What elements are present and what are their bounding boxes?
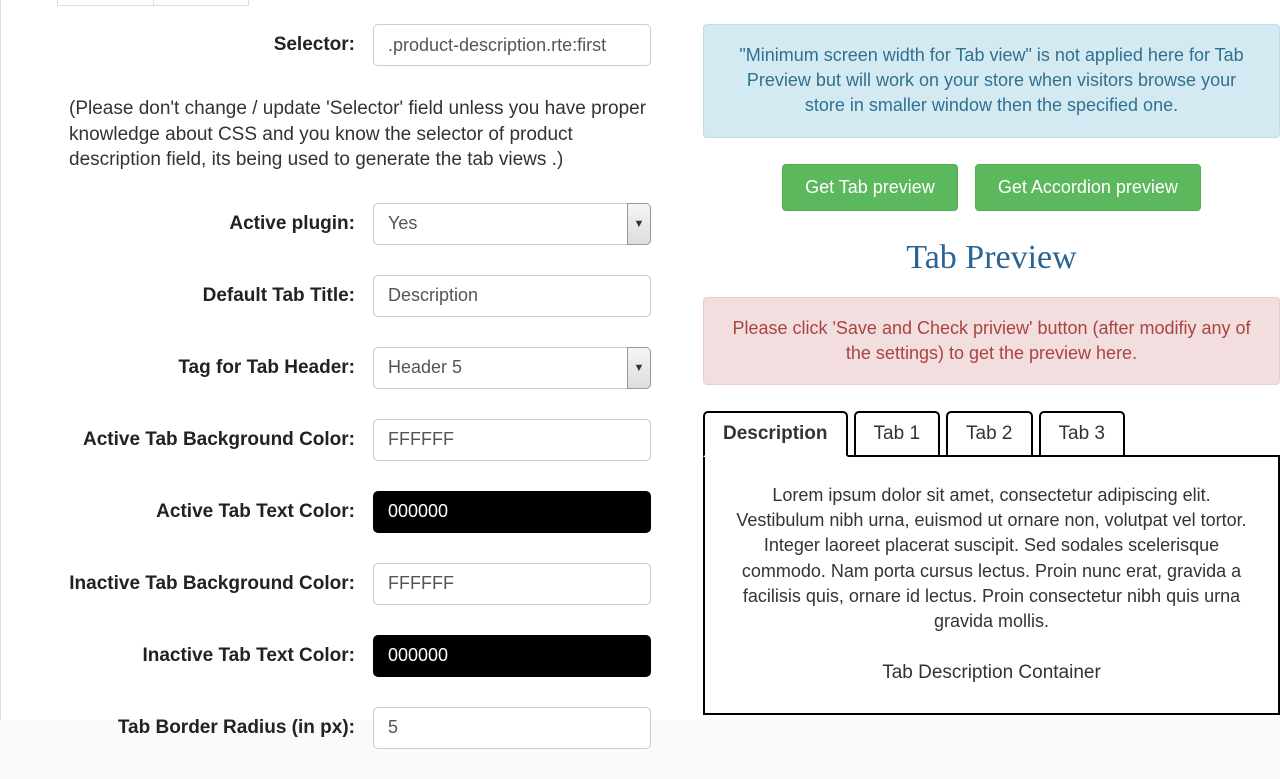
active-bg-label: Active Tab Background Color: xyxy=(57,429,373,451)
selector-label: Selector: xyxy=(57,34,373,56)
preview-tab-3[interactable]: Tab 3 xyxy=(1039,411,1125,457)
inactive-bg-label: Inactive Tab Background Color: xyxy=(57,573,373,595)
get-tab-preview-button[interactable]: Get Tab preview xyxy=(782,164,958,211)
preview-container-label: Tab Description Container xyxy=(729,660,1254,687)
active-text-label: Active Tab Text Color: xyxy=(57,501,373,523)
preview-panel: "Minimum screen width for Tab view" is n… xyxy=(703,24,1280,779)
preview-lorem-text: Lorem ipsum dolor sit amet, consectetur … xyxy=(729,483,1254,634)
default-tab-title-input[interactable] xyxy=(373,275,651,317)
info-alert: "Minimum screen width for Tab view" is n… xyxy=(703,24,1280,138)
get-accordion-preview-button[interactable]: Get Accordion preview xyxy=(975,164,1201,211)
active-text-input[interactable] xyxy=(373,491,651,533)
preview-tab-1[interactable]: Tab 1 xyxy=(854,411,940,457)
selector-input[interactable] xyxy=(373,24,651,66)
tag-header-select[interactable] xyxy=(373,347,651,389)
page-tabs-remnant xyxy=(57,0,249,6)
selector-hint: (Please don't change / update 'Selector'… xyxy=(57,96,663,203)
preview-tab-content: Lorem ipsum dolor sit amet, consectetur … xyxy=(703,455,1280,715)
active-plugin-select[interactable] xyxy=(373,203,651,245)
preview-tab-2[interactable]: Tab 2 xyxy=(946,411,1032,457)
warning-alert: Please click 'Save and Check priview' bu… xyxy=(703,297,1280,385)
default-tab-title-label: Default Tab Title: xyxy=(57,285,373,307)
preview-tab-description[interactable]: Description xyxy=(703,411,848,457)
settings-form: Selector: (Please don't change / update … xyxy=(57,24,663,779)
tag-header-label: Tag for Tab Header: xyxy=(57,357,373,379)
border-radius-label: Tab Border Radius (in px): xyxy=(57,717,373,739)
active-bg-input[interactable] xyxy=(373,419,651,461)
preview-tab-nav: Description Tab 1 Tab 2 Tab 3 xyxy=(703,409,1280,455)
inactive-text-label: Inactive Tab Text Color: xyxy=(57,645,373,667)
active-plugin-label: Active plugin: xyxy=(57,213,373,235)
inactive-bg-input[interactable] xyxy=(373,563,651,605)
border-radius-input[interactable] xyxy=(373,707,651,749)
inactive-text-input[interactable] xyxy=(373,635,651,677)
preview-title: Tab Preview xyxy=(703,239,1280,277)
